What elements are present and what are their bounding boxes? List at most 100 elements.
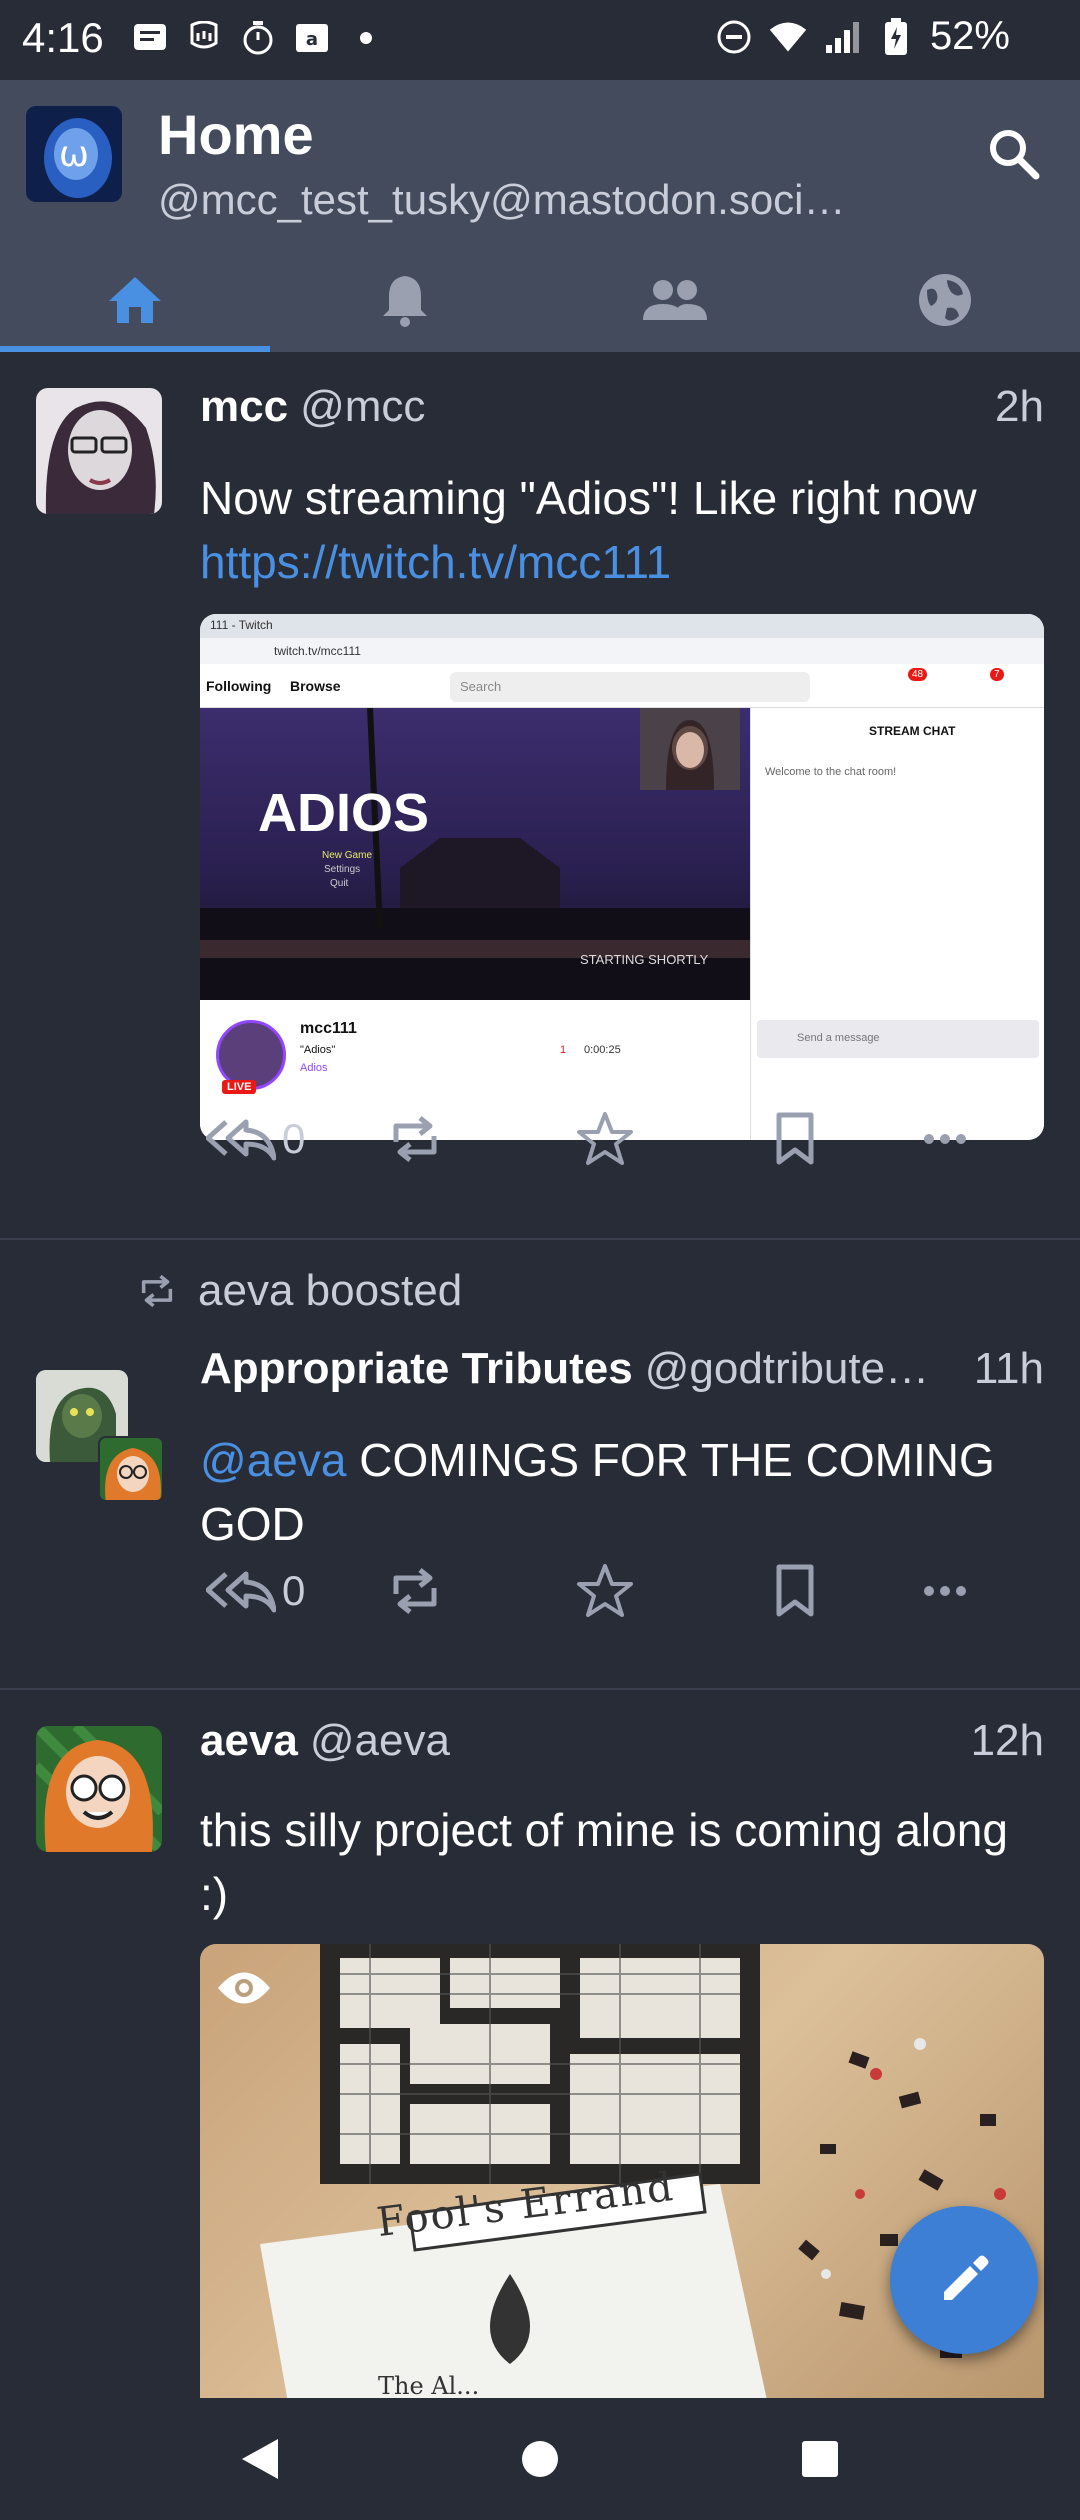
mention-link[interactable]: @aeva (200, 1434, 346, 1486)
twitch-search-placeholder: Search (460, 679, 502, 694)
timestamp: 11h (973, 1344, 1044, 1393)
boost-icon (141, 1274, 173, 1308)
reply-button[interactable]: 0 (200, 1546, 340, 1636)
boost-button[interactable] (340, 1546, 490, 1636)
compose-button[interactable] (890, 2206, 1038, 2354)
tab-home[interactable] (0, 248, 270, 352)
eye-icon (218, 1972, 270, 2004)
status-text: Now streaming "Adios"! Like right now (200, 472, 977, 524)
app-toolbar: ω Home @mcc_test_tusky@mastodon.soci… (0, 80, 1080, 352)
twitch-nav: Following Browse Search 48 7 (200, 664, 1044, 708)
browser-url: twitch.tv/mcc111 (274, 644, 361, 658)
timer-icon (238, 18, 278, 58)
status-content: this silly project of mine is coming alo… (200, 1804, 1008, 1920)
battery-percent: 52% (929, 14, 1010, 58)
bookmark-button[interactable] (720, 1094, 870, 1184)
card-subtitle: The Al... (378, 2372, 480, 2398)
star-icon (577, 1112, 633, 1165)
username[interactable]: @godtribute… (645, 1344, 962, 1394)
chat-welcome: Welcome to the chat room! (765, 766, 897, 778)
bookmark-icon (776, 1564, 814, 1617)
stream-category: Adios (300, 1062, 328, 1074)
timestamp: 12h (970, 1716, 1044, 1765)
media-attachment[interactable]: 111 - Twitch twitch.tv/mcc111 Following … (200, 614, 1044, 1140)
bell-icon (383, 276, 427, 327)
viewer-count: 1 (560, 1044, 567, 1056)
avatar[interactable] (36, 1726, 162, 1852)
message-icon (130, 18, 170, 58)
status-link[interactable]: https://twitch.tv/mcc111 (200, 530, 1044, 594)
bookmark-button[interactable] (720, 1546, 870, 1636)
status-actions: 0 (200, 1546, 1044, 1636)
tab-federated[interactable] (810, 248, 1080, 352)
booster-avatar[interactable] (98, 1436, 164, 1502)
signal-icon (822, 17, 862, 57)
svg-text:ω: ω (59, 134, 89, 175)
status-header: mcc @mcc 2h (200, 382, 1044, 432)
reply-all-icon (206, 1119, 276, 1161)
username[interactable]: @mcc (300, 382, 983, 432)
display-name[interactable]: Appropriate Tributes (200, 1344, 633, 1394)
stream-uptime: 0:00:25 (584, 1044, 621, 1056)
timestamp: 2h (995, 382, 1044, 431)
home-timeline[interactable]: mcc @mcc 2h Now streaming "Adios"! Like … (0, 352, 1080, 2398)
status-time: 4:16 (22, 14, 104, 61)
more-button[interactable] (870, 1094, 1020, 1184)
back-icon (242, 2439, 278, 2479)
favourite-button[interactable] (490, 1094, 720, 1184)
account-handle: @mcc_test_tusky@mastodon.soci… (158, 176, 846, 223)
reply-button[interactable]: 0 (200, 1094, 340, 1184)
status-header: Appropriate Tributes @godtribute… 11h (200, 1344, 1044, 1394)
dot-icon (346, 18, 386, 58)
home-icon (109, 277, 161, 323)
badge-count: 48 (908, 668, 928, 681)
boost-indicator: aeva boosted (138, 1266, 462, 1316)
chat-input: Send a message (757, 1020, 1039, 1058)
boosted-by[interactable]: aeva boosted (198, 1266, 462, 1316)
dnd-icon (714, 17, 754, 57)
globe-icon (919, 274, 971, 326)
display-name[interactable]: aeva (200, 1716, 298, 1766)
svg-text:a: a (306, 29, 318, 50)
status-header: aeva @aeva 12h (200, 1716, 1044, 1766)
favourite-button[interactable] (490, 1546, 720, 1636)
hide-media-button[interactable] (214, 1958, 274, 2018)
home-nav-button[interactable] (495, 2414, 585, 2504)
stream-video: ADIOS New Game Settings Quit STARTING SH… (200, 708, 750, 1000)
back-button[interactable] (215, 2414, 305, 2504)
starting-shortly: STARTING SHORTLY (580, 952, 709, 967)
webcam-overlay (640, 708, 740, 790)
status-content: Now streaming "Adios"! Like right now ht… (200, 466, 1044, 594)
status-content: @aeva COMINGS FOR THE COMING GOD (200, 1428, 1044, 1556)
tab-local[interactable] (540, 248, 810, 352)
recents-button[interactable] (775, 2414, 865, 2504)
browser-tabbar: 111 - Twitch (200, 614, 1044, 638)
game-title: ADIOS (258, 783, 430, 843)
badge-count: 7 (990, 668, 1004, 681)
account-avatar[interactable]: ω (26, 106, 122, 202)
square-recents-icon (802, 2441, 838, 2477)
bookmark-icon (776, 1112, 814, 1165)
stream-title: "Adios" (300, 1044, 336, 1056)
people-icon (643, 280, 707, 320)
reply-count: 0 (282, 1567, 306, 1614)
more-button[interactable] (870, 1546, 1020, 1636)
status-item[interactable]: mcc @mcc 2h Now streaming "Adios"! Like … (0, 352, 1080, 1240)
avatar[interactable] (36, 388, 162, 514)
tab-notifications[interactable] (270, 248, 540, 352)
chat-title: STREAM CHAT (869, 724, 956, 738)
system-nav-bar (0, 2398, 1080, 2520)
stream-chat: STREAM CHAT Welcome to the chat room! Se… (750, 708, 1044, 1140)
channel-name: mcc111 (300, 1020, 357, 1037)
game-menu-item: New Game (322, 850, 373, 861)
game-menu-item: Settings (324, 864, 361, 875)
search-icon (990, 130, 1040, 180)
search-button[interactable] (978, 118, 1050, 190)
username[interactable]: @aeva (310, 1716, 959, 1766)
chat-placeholder: Send a message (797, 1032, 880, 1044)
boost-button[interactable] (340, 1094, 490, 1184)
boost-icon (393, 1568, 437, 1614)
status-item[interactable]: aeva boosted Appropriate Tributes @godtr… (0, 1240, 1080, 1690)
display-name[interactable]: mcc (200, 382, 288, 432)
boost-icon (393, 1116, 437, 1162)
